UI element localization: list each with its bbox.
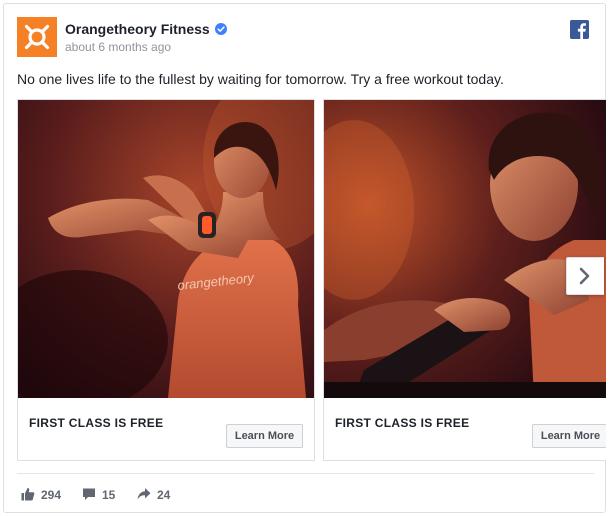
carousel-next-button[interactable] xyxy=(566,257,604,295)
page-name-link[interactable]: Orangetheory Fitness xyxy=(65,21,227,37)
verified-badge-icon xyxy=(214,23,227,35)
card-headline[interactable]: FIRST CLASS IS FREE xyxy=(29,416,163,430)
comments-count[interactable]: 15 xyxy=(82,486,122,504)
chevron-right-icon xyxy=(579,267,590,285)
share-arrow-icon xyxy=(137,488,151,500)
likes-count[interactable]: 294 xyxy=(21,486,66,504)
card-headline[interactable]: FIRST CLASS IS FREE xyxy=(335,416,469,430)
carousel-card[interactable]: FIRST CLASS IS FREE Learn More xyxy=(323,99,606,461)
woman-stretching-arm-photo[interactable]: orangetheory xyxy=(18,100,314,398)
carousel-card[interactable]: orangetheory FIRST CLASS IS FREE Learn M… xyxy=(17,99,315,461)
learn-more-button[interactable]: Learn More xyxy=(532,424,606,448)
page-name[interactable]: Orangetheory Fitness xyxy=(65,21,210,37)
comment-icon xyxy=(83,488,95,500)
ad-carousel: orangetheory FIRST CLASS IS FREE Learn M… xyxy=(17,99,606,461)
divider xyxy=(17,473,594,474)
post-timestamp[interactable]: about 6 months ago xyxy=(65,40,171,54)
learn-more-button[interactable]: Learn More xyxy=(226,424,303,448)
post-message: No one lives life to the fullest by wait… xyxy=(17,71,504,87)
orangetheory-logo-icon xyxy=(17,17,57,57)
woman-on-rowing-machine-photo[interactable] xyxy=(324,100,606,398)
facebook-post: Orangetheory Fitness about 6 months ago … xyxy=(3,3,606,513)
page-avatar[interactable] xyxy=(17,17,57,57)
thumbs-up-icon xyxy=(21,487,35,501)
facebook-logo-icon xyxy=(570,20,589,39)
shares-count[interactable]: 24 xyxy=(137,486,177,504)
